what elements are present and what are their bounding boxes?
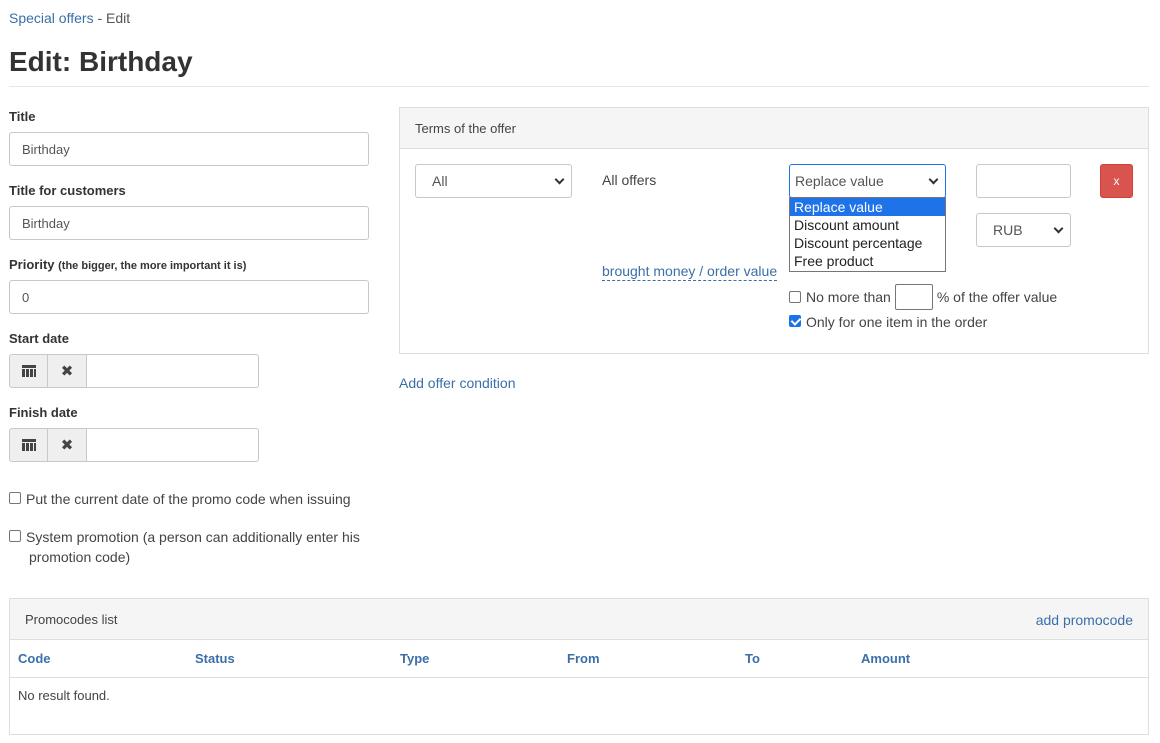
breadcrumb-special-offers-link[interactable]: Special offers	[9, 10, 94, 26]
currency-select-value: RUB	[993, 222, 1023, 238]
calendar-icon	[21, 365, 36, 377]
start-date-group: ✖	[9, 354, 259, 388]
column-code[interactable]: Code	[18, 651, 51, 666]
system-promo-label-line1: System promotion (a person can additiona…	[26, 529, 360, 545]
start-date-calendar-button[interactable]	[9, 354, 48, 388]
system-promo-label: System promotion (a person can additiona…	[26, 527, 360, 567]
priority-hint: (the bigger, the more important it is)	[58, 260, 247, 272]
priority-input-value: 0	[22, 289, 30, 305]
action-dropdown-list: Replace value Discount amount Discount p…	[789, 197, 946, 272]
action-option-discount-percentage[interactable]: Discount percentage	[790, 234, 945, 252]
column-type[interactable]: Type	[400, 651, 429, 666]
start-date-clear-button[interactable]: ✖	[48, 354, 87, 388]
customer-title-input-value: Birthday	[22, 215, 70, 231]
close-icon: ✖	[60, 362, 74, 380]
title-input[interactable]: Birthday	[9, 132, 369, 166]
terms-heading: Terms of the offer	[415, 120, 516, 136]
calendar-icon	[21, 439, 36, 451]
table-header-divider	[10, 677, 1148, 678]
current-date-label: Put the current date of the promo code w…	[26, 491, 351, 507]
system-promo-label-line2: promotion code)	[29, 549, 131, 565]
finish-date-group: ✖	[9, 428, 259, 462]
action-select-value: Replace value	[795, 173, 884, 189]
finish-date-calendar-button[interactable]	[9, 428, 48, 462]
scope-select-value: All	[432, 173, 448, 189]
no-more-than-checkbox[interactable]	[789, 291, 801, 303]
currency-select[interactable]: RUB	[976, 213, 1071, 247]
chevron-down-icon	[554, 174, 565, 184]
title-input-value: Birthday	[22, 141, 70, 157]
promocodes-panel: Promocodes list add promocode	[9, 598, 1149, 735]
current-date-checkbox[interactable]	[9, 492, 21, 504]
priority-label-text: Priority	[9, 257, 55, 272]
title-label: Title	[9, 109, 36, 124]
promocodes-heading: Promocodes list	[25, 612, 118, 627]
one-item-option: Only for one item in the order	[789, 312, 987, 332]
title-divider	[9, 86, 1149, 87]
percent-label: % of the offer value	[936, 289, 1058, 305]
offers-text: All offers	[602, 172, 657, 188]
one-item-checkbox[interactable]	[789, 315, 801, 327]
close-icon: ✖	[60, 436, 74, 454]
priority-label: Priority (the bigger, the more important…	[9, 257, 246, 272]
page-title: Edit: Birthday	[9, 46, 193, 77]
no-more-than-label: No more than	[806, 289, 891, 305]
chevron-down-icon	[1053, 223, 1064, 233]
no-more-than-option: No more than % of the offer value	[789, 284, 1057, 310]
current-date-option: Put the current date of the promo code w…	[9, 489, 351, 509]
no-more-than-input[interactable]	[894, 284, 933, 310]
column-status[interactable]: Status	[195, 651, 235, 666]
customer-title-input[interactable]: Birthday	[9, 206, 369, 240]
terms-panel-heading: Terms of the offer	[400, 108, 1148, 149]
add-offer-condition-link[interactable]: Add offer condition	[399, 375, 516, 391]
scope-select[interactable]: All	[415, 164, 572, 198]
priority-input[interactable]: 0	[9, 280, 369, 314]
finish-date-label: Finish date	[9, 405, 78, 420]
column-to[interactable]: To	[745, 651, 760, 666]
column-from[interactable]: From	[567, 651, 600, 666]
brought-money-link[interactable]: brought money / order value	[602, 263, 778, 281]
finish-date-clear-button[interactable]: ✖	[48, 428, 87, 462]
delete-condition-button[interactable]: x	[1100, 164, 1133, 198]
empty-result-text: No result found.	[18, 688, 110, 703]
add-promocode-link[interactable]: add promocode	[1036, 612, 1133, 628]
breadcrumb: Special offers - Edit	[9, 10, 130, 26]
action-option-replace-value[interactable]: Replace value	[790, 198, 945, 216]
system-promo-option: System promotion (a person can additiona…	[9, 527, 379, 567]
action-option-free-product[interactable]: Free product	[790, 252, 945, 270]
system-promo-checkbox[interactable]	[9, 530, 21, 542]
chevron-down-icon	[928, 174, 939, 184]
brought-money-link-wrap: brought money / order value	[602, 263, 778, 281]
start-date-label: Start date	[9, 331, 69, 346]
value-input[interactable]	[976, 164, 1071, 198]
start-date-input[interactable]	[87, 354, 259, 388]
breadcrumb-separator: -	[97, 10, 103, 26]
column-amount[interactable]: Amount	[861, 651, 910, 666]
breadcrumb-current: Edit	[106, 10, 131, 26]
promocodes-heading-bar: Promocodes list add promocode	[10, 599, 1148, 640]
one-item-label: Only for one item in the order	[806, 314, 988, 330]
finish-date-input[interactable]	[87, 428, 259, 462]
action-select[interactable]: Replace value	[789, 164, 946, 198]
customer-title-label: Title for customers	[9, 183, 126, 198]
action-option-discount-amount[interactable]: Discount amount	[790, 216, 945, 234]
